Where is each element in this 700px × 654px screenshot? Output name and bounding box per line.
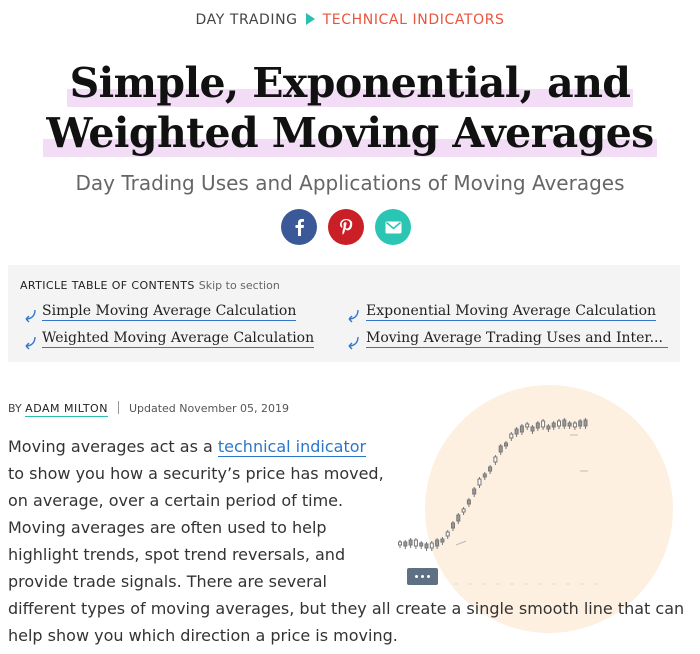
article-paragraph-line: to show you how a security’s price has m…	[8, 464, 384, 483]
byline-prefix: BY	[8, 402, 22, 415]
candle-body	[413, 539, 418, 547]
social-share-bar	[281, 209, 411, 245]
toc-heading: ARTICLE TABLE OF CONTENTS Skip to section	[20, 279, 280, 292]
toc-title: ARTICLE TABLE OF CONTENTS	[20, 279, 195, 292]
candle-body	[419, 542, 424, 547]
candle-body	[493, 456, 498, 463]
candle-body	[445, 531, 450, 537]
image-more-button[interactable]	[407, 568, 438, 585]
technical-indicator-link[interactable]: technical indicator	[217, 437, 367, 457]
dot-icon	[421, 575, 424, 578]
candle-body	[557, 420, 561, 427]
candle-body	[535, 422, 540, 429]
page-subtitle: Day Trading Uses and Applications of Mov…	[75, 171, 625, 195]
breadcrumb-parent-link[interactable]: DAY TRADING	[195, 12, 297, 28]
candle-body	[498, 445, 503, 453]
article-paragraph-line: provide trade signals. There are several	[8, 572, 327, 591]
toc-item-simple-moving-average[interactable]: Simple Moving Average Calculation	[42, 303, 297, 321]
candle-body	[541, 420, 546, 428]
dot-icon	[427, 575, 430, 578]
candle-body	[504, 442, 508, 447]
candlestick-chart-image	[398, 418, 604, 585]
candle-body	[466, 499, 471, 505]
article-paragraph-line: different types of moving averages, but …	[8, 599, 685, 618]
pinterest-share-button[interactable]	[328, 209, 364, 245]
author-link[interactable]: ADAM MILTON	[25, 402, 108, 417]
candle-body	[456, 514, 461, 522]
candle-body	[482, 473, 487, 478]
toc-item-weighted-moving-average[interactable]: Weighted Moving Average Calculation	[42, 330, 315, 348]
candle-body	[578, 420, 583, 427]
email-share-button[interactable]	[375, 209, 411, 245]
candle-body	[525, 423, 530, 428]
candle-body	[509, 433, 514, 439]
pinterest-icon	[340, 219, 353, 235]
breadcrumb-current-link[interactable]: TECHNICAL INDICATORS	[323, 12, 505, 28]
candle-body	[461, 508, 466, 513]
article-byline: BY ADAM MILTON Updated November 05, 2019	[8, 401, 289, 417]
article-paragraph-line: Moving averages act as a technical indic…	[8, 433, 367, 460]
candle-body	[530, 426, 535, 432]
candle-body	[435, 539, 440, 547]
table-of-contents: ARTICLE TABLE OF CONTENTS Skip to section…	[8, 265, 680, 362]
candle-body	[429, 542, 434, 549]
breadcrumb-arrow-icon	[305, 13, 315, 25]
candle-body	[477, 478, 482, 486]
title-line-2: Weighted Moving Averages	[43, 109, 657, 157]
candle-body	[451, 522, 455, 529]
candle-body	[551, 422, 556, 428]
article-paragraph-line: Moving averages are often used to help	[8, 518, 327, 537]
candle-body	[567, 422, 572, 427]
candle-body	[488, 466, 493, 472]
candle-body	[519, 425, 524, 433]
facebook-share-button[interactable]	[281, 209, 317, 245]
candle-body	[424, 543, 429, 549]
toc-item-exponential-moving-average[interactable]: Exponential Moving Average Calculation	[366, 303, 657, 321]
candle-body	[472, 488, 477, 495]
candle-body	[583, 419, 588, 427]
toc-item-moving-average-trading-uses[interactable]: Moving Average Trading Uses and Inter...	[366, 330, 668, 348]
article-paragraph-line: on average, over a certain period of tim…	[8, 491, 344, 510]
candle-body	[514, 428, 519, 435]
dot-icon	[415, 575, 418, 578]
return-arrow-icon	[25, 309, 36, 323]
updated-date: Updated November 05, 2019	[128, 402, 289, 415]
candle-body	[440, 538, 445, 543]
candle-body	[572, 422, 577, 428]
candle-body	[408, 539, 413, 546]
candle-body	[546, 425, 551, 430]
return-arrow-icon	[25, 336, 36, 350]
title-line-1: Simple, Exponential, and	[66, 59, 634, 107]
candle-body	[562, 419, 567, 427]
breadcrumb: DAY TRADING TECHNICAL INDICATORS	[0, 12, 700, 28]
article-paragraph-line: highlight trends, spot trend reversals, …	[8, 545, 346, 564]
byline-divider	[117, 401, 119, 414]
page-title: Simple, Exponential, and Weighted Moving…	[0, 58, 700, 158]
return-arrow-icon	[348, 309, 359, 323]
return-arrow-icon	[348, 336, 359, 350]
toc-skip-label: Skip to section	[198, 279, 280, 292]
candle-body	[398, 541, 402, 546]
email-icon	[385, 221, 401, 233]
paragraph-text: Moving averages act as a	[8, 437, 218, 456]
article-paragraph-line: help show you which direction a price is…	[8, 626, 398, 645]
candle-body	[403, 541, 408, 547]
facebook-icon	[295, 219, 304, 236]
